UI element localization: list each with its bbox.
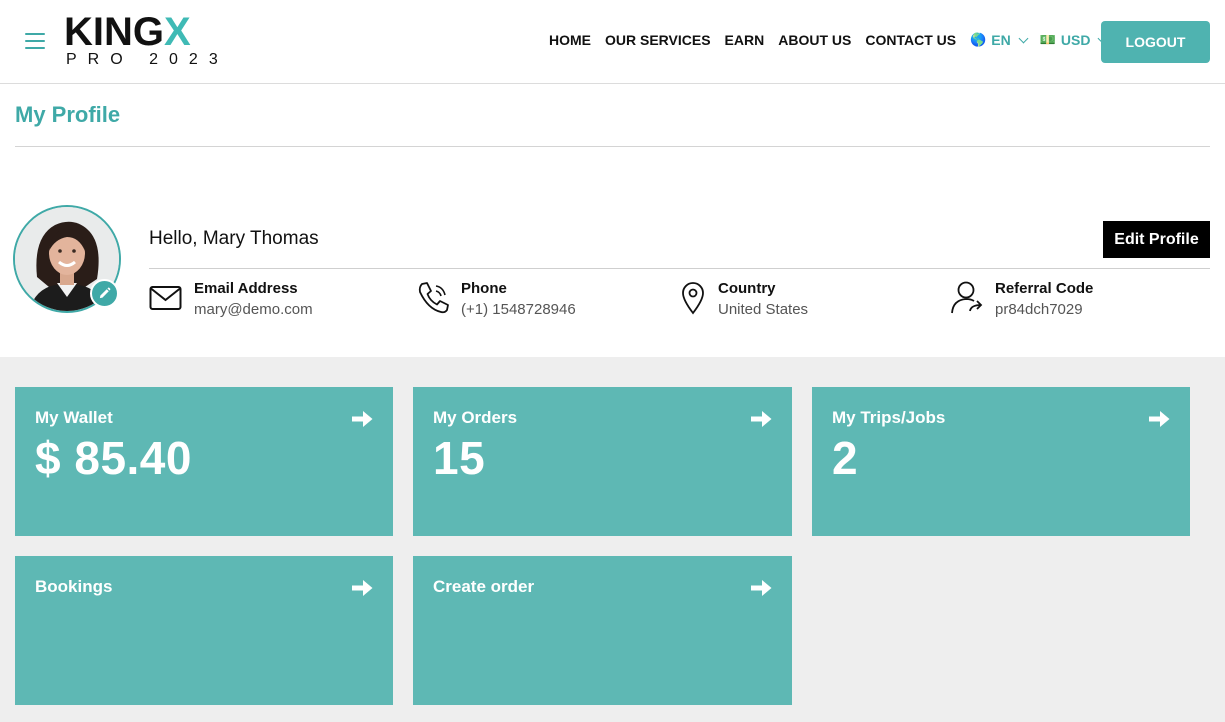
phone-label: Phone — [461, 280, 507, 297]
email-value: mary@demo.com — [194, 301, 313, 318]
card-create-order[interactable]: Create order — [413, 556, 792, 705]
card-title: My Wallet — [35, 408, 113, 427]
arrow-right-icon — [751, 580, 772, 596]
pencil-icon — [99, 287, 111, 299]
nav-our-services[interactable]: OUR SERVICES — [605, 32, 711, 48]
divider — [15, 146, 1210, 147]
dashboard: My Wallet $ 85.40 My Orders 15 My Trips/… — [0, 357, 1225, 722]
edit-profile-button[interactable]: Edit Profile — [1103, 221, 1210, 258]
referral-label: Referral Code — [995, 280, 1094, 297]
envelope-icon — [149, 286, 182, 310]
site-header: KINGX PRO 2023 HOME OUR SERVICES EARN AB… — [0, 0, 1225, 84]
referral-info: Referral Code pr84dch7029 — [950, 279, 1093, 321]
currency-label: USD — [1060, 32, 1091, 48]
greeting: Hello, Mary Thomas — [149, 228, 319, 249]
phone-info: Phone (+1) 1548728946 — [416, 279, 576, 321]
card-my-wallet[interactable]: My Wallet $ 85.40 — [15, 387, 393, 536]
divider — [149, 268, 1210, 269]
arrow-right-icon — [352, 580, 373, 596]
card-my-orders[interactable]: My Orders 15 — [413, 387, 792, 536]
main-nav: HOME OUR SERVICES EARN ABOUT US CONTACT … — [549, 32, 1119, 48]
arrow-right-icon — [1149, 411, 1170, 427]
card-bookings[interactable]: Bookings — [15, 556, 393, 705]
logo-wordmark: KINGX — [64, 10, 191, 54]
money-icon: 💵 — [1039, 32, 1056, 47]
email-label: Email Address — [194, 280, 298, 297]
card-title: Create order — [433, 577, 535, 596]
user-share-icon — [951, 281, 983, 314]
arrow-right-icon — [751, 411, 772, 427]
phone-value: (+1) 1548728946 — [461, 301, 576, 318]
phone-icon — [418, 282, 449, 314]
card-value: $ 85.40 — [35, 432, 192, 484]
chevron-down-icon — [1018, 33, 1029, 43]
nav-contact-us[interactable]: CONTACT US — [865, 32, 956, 48]
card-title: My Trips/Jobs — [832, 408, 946, 427]
language-selector[interactable]: 🌎 EN — [970, 32, 1029, 48]
referral-value: pr84dch7029 — [995, 301, 1083, 318]
card-value: 2 — [832, 432, 859, 484]
hamburger-menu-icon[interactable] — [25, 33, 45, 50]
arrow-right-icon — [352, 411, 373, 427]
country-info: Country United States — [673, 279, 808, 321]
currency-selector[interactable]: 💵 USD — [1039, 32, 1108, 48]
nav-earn[interactable]: EARN — [725, 32, 765, 48]
map-pin-icon — [682, 282, 704, 315]
country-label: Country — [718, 280, 776, 297]
site-logo[interactable]: KINGX PRO 2023 — [64, 12, 229, 68]
nav-home[interactable]: HOME — [549, 32, 591, 48]
nav-about-us[interactable]: ABOUT US — [778, 32, 851, 48]
page-title: My Profile — [15, 102, 121, 127]
card-title: Bookings — [35, 577, 113, 596]
card-title: My Orders — [433, 408, 518, 427]
globe-icon: 🌎 — [970, 32, 987, 47]
card-my-trips-jobs[interactable]: My Trips/Jobs 2 — [812, 387, 1190, 536]
edit-avatar-button[interactable] — [90, 279, 119, 308]
card-value: 15 — [433, 432, 486, 484]
language-label: EN — [991, 32, 1011, 48]
country-value: United States — [718, 301, 809, 318]
logo-subtitle: PRO 2023 — [66, 51, 229, 68]
logout-button[interactable]: LOGOUT — [1101, 21, 1210, 63]
email-info: Email Address mary@demo.com — [149, 279, 313, 321]
